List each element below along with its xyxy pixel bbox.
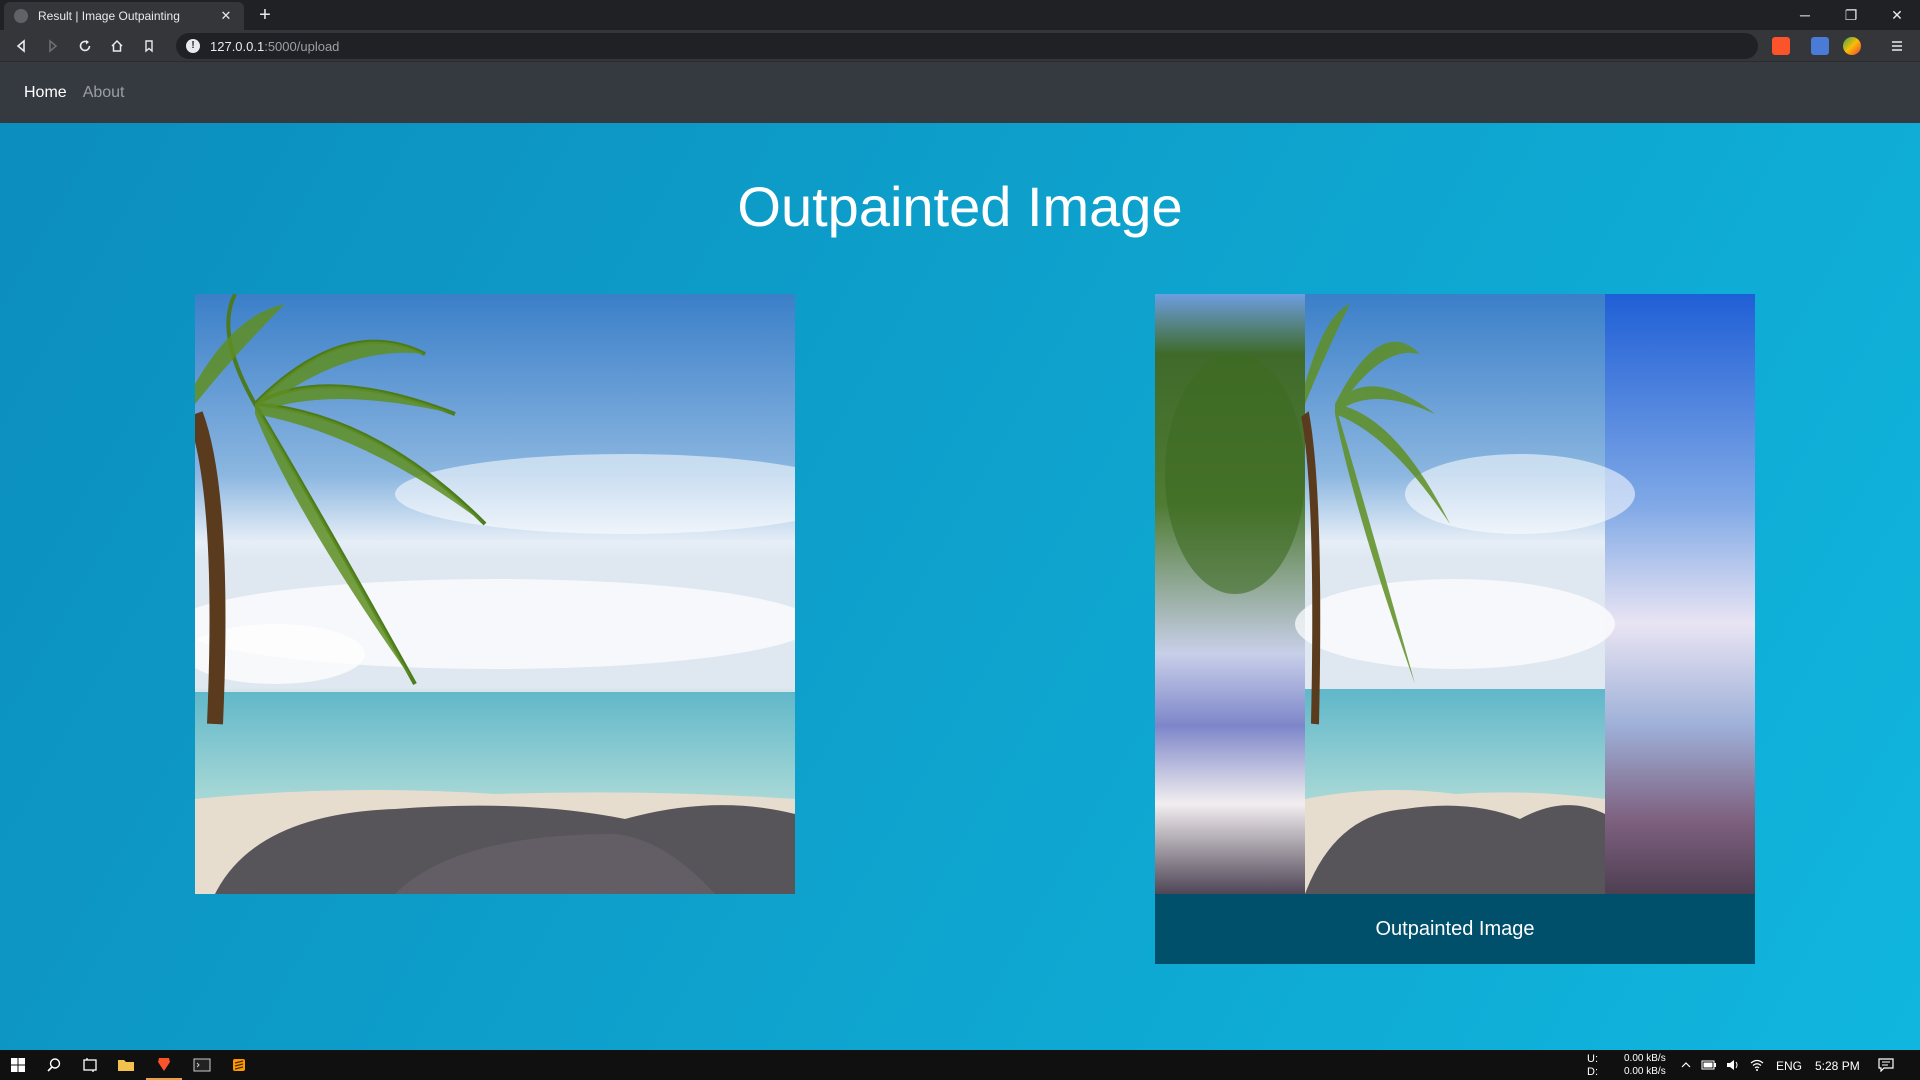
network-down-label: D:	[1587, 1066, 1598, 1078]
image-caption: Outpainted Image	[1155, 894, 1755, 964]
battery-button[interactable]	[1698, 1050, 1720, 1080]
page-body: Home About Outpainted Image Outpainted I…	[0, 62, 1920, 1050]
reload-icon	[79, 40, 91, 52]
bookmark-button[interactable]	[136, 34, 162, 58]
browser-tab[interactable]: Result | Image Outpainting ✕	[4, 2, 244, 30]
close-window-button[interactable]: ✕	[1874, 0, 1920, 30]
sublime-icon	[233, 1059, 245, 1071]
nav-link-about[interactable]: About	[83, 84, 125, 102]
extension-icon[interactable]	[1843, 37, 1861, 55]
tray-expand-button[interactable]	[1676, 1050, 1696, 1080]
tab-title: Result | Image Outpainting	[38, 9, 180, 23]
network-down-speed: 0.00 kB/s	[1624, 1066, 1666, 1077]
chevron-up-icon	[1681, 1062, 1691, 1068]
tab-close-icon[interactable]: ✕	[218, 8, 234, 24]
browser-toolbar: ! 127.0.0.1:5000/upload	[0, 30, 1920, 62]
new-tab-button[interactable]: +	[252, 2, 278, 28]
brave-shields-icon[interactable]	[1772, 37, 1790, 55]
battery-icon	[1701, 1060, 1716, 1070]
brave-icon	[158, 1058, 170, 1071]
search-icon	[47, 1058, 61, 1072]
site-info-icon[interactable]: !	[186, 39, 200, 53]
notifications-button[interactable]	[1868, 1050, 1904, 1080]
terminal-button[interactable]	[184, 1050, 220, 1080]
restore-button[interactable]: ❐	[1828, 0, 1874, 30]
back-button[interactable]	[8, 34, 34, 58]
volume-button[interactable]	[1722, 1050, 1744, 1080]
nav-link-home[interactable]: Home	[24, 84, 67, 102]
notification-icon	[1878, 1058, 1894, 1072]
minimize-button[interactable]: ─	[1782, 0, 1828, 30]
input-image	[195, 294, 795, 894]
forward-icon	[49, 39, 58, 53]
site-navbar: Home About	[0, 62, 1920, 123]
browser-tabstrip: Result | Image Outpainting ✕ + ─ ❐ ✕	[0, 0, 1920, 30]
url-host: 127.0.0.1	[210, 38, 265, 54]
search-button[interactable]	[36, 1050, 72, 1080]
menu-icon	[1892, 41, 1902, 51]
home-button[interactable]	[104, 34, 130, 58]
back-icon	[16, 39, 25, 53]
reload-button[interactable]	[72, 34, 98, 58]
page-title: Outpainted Image	[737, 175, 1183, 238]
translate-icon[interactable]	[1811, 37, 1829, 55]
network-up-speed: 0.00 kB/s	[1624, 1053, 1666, 1064]
os-taskbar: U: D: 0.00 kB/s 0.00 kB/s ENG 5:28 PM	[0, 1050, 1920, 1080]
wifi-icon	[1750, 1059, 1764, 1071]
network-up-label: U:	[1587, 1053, 1598, 1065]
forward-button[interactable]	[40, 34, 66, 58]
start-button[interactable]	[0, 1050, 36, 1080]
task-view-button[interactable]	[72, 1050, 108, 1080]
windows-icon	[11, 1058, 25, 1072]
sublime-text-button[interactable]	[221, 1050, 257, 1080]
file-explorer-button[interactable]	[108, 1050, 144, 1080]
clock[interactable]: 5:28 PM	[1815, 1059, 1860, 1073]
brave-browser-button[interactable]	[146, 1050, 182, 1080]
language-indicator[interactable]: ENG	[1776, 1059, 1802, 1073]
task-view-icon	[83, 1058, 97, 1072]
home-icon	[111, 39, 123, 52]
browser-menu-button[interactable]	[1884, 34, 1910, 58]
favicon-icon	[14, 9, 28, 23]
url-path: :5000/upload	[264, 38, 340, 54]
bookmark-icon	[145, 40, 153, 53]
beach-photo	[195, 294, 795, 894]
terminal-icon	[193, 1058, 211, 1072]
speaker-icon	[1727, 1060, 1738, 1070]
wifi-button[interactable]	[1746, 1050, 1768, 1080]
outpainted-image	[1155, 294, 1755, 894]
address-bar[interactable]: ! 127.0.0.1:5000/upload	[176, 33, 1758, 59]
outpainted-beach-photo	[1155, 294, 1755, 894]
folder-icon	[118, 1060, 134, 1071]
